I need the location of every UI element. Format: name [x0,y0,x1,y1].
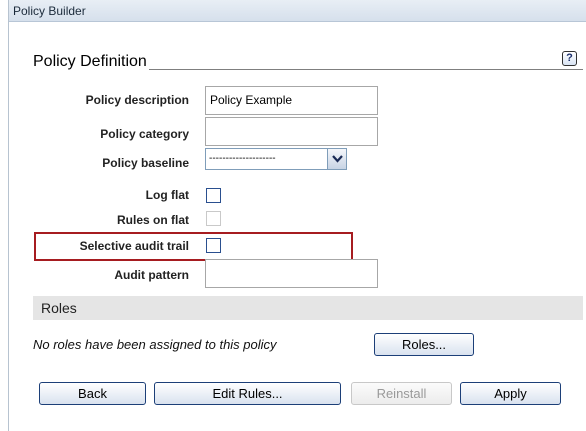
section-title: Policy Definition [33,53,149,71]
policy-builder-panel: Policy Builder Policy Definition ? Polic… [8,0,586,431]
log-flat-checkbox[interactable] [206,188,221,203]
policy-category-label: Policy category [100,127,189,141]
reinstall-button[interactable]: Reinstall [351,382,452,405]
edit-rules-button[interactable]: Edit Rules... [154,382,341,405]
policy-description-input[interactable]: Policy Example [205,86,378,115]
apply-button[interactable]: Apply [460,382,561,405]
selective-audit-trail-checkbox[interactable] [206,238,221,253]
window-title: Policy Builder [9,0,586,22]
help-icon[interactable]: ? [562,51,577,66]
policy-baseline-label: Policy baseline [102,156,189,170]
rules-on-flat-checkbox[interactable] [206,211,221,226]
policy-description-label: Policy description [85,93,189,107]
policy-baseline-value: -------------------- [209,153,276,164]
audit-pattern-input[interactable] [205,259,378,288]
roles-button[interactable]: Roles... [374,333,474,356]
roles-empty-message: No roles have been assigned to this poli… [33,337,277,352]
roles-section-header: Roles [33,296,583,320]
back-button[interactable]: Back [39,382,146,405]
selective-audit-trail-label: Selective audit trail [79,239,189,253]
chevron-down-icon[interactable] [327,149,346,169]
log-flat-label: Log flat [145,188,189,202]
rules-on-flat-label: Rules on flat [116,213,189,227]
policy-baseline-select[interactable]: -------------------- [205,148,347,170]
policy-category-input[interactable] [205,117,378,146]
audit-pattern-label: Audit pattern [114,268,189,282]
